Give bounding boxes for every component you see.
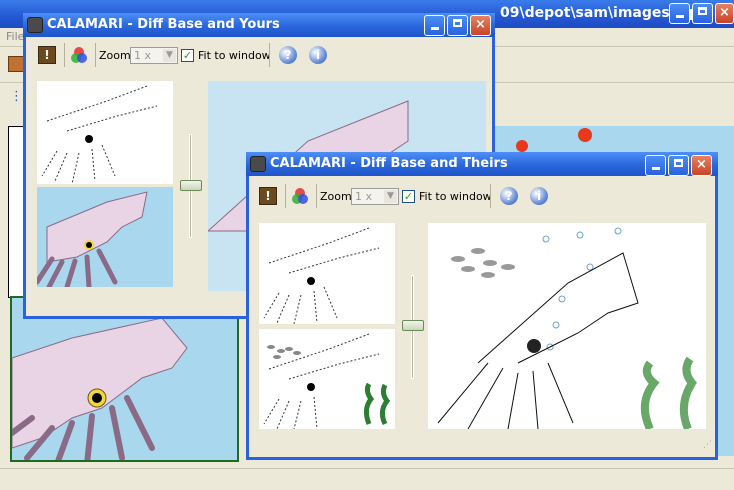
- resize-grip-icon[interactable]: ⋰: [703, 441, 715, 454]
- yours-maximize-button[interactable]: [447, 15, 468, 36]
- tree-icon[interactable]: ⋮: [10, 90, 24, 104]
- squid-color-drawing: [37, 191, 148, 287]
- menu-file[interactable]: File: [6, 30, 24, 43]
- toolbar-separator: [95, 43, 96, 67]
- help-icon[interactable]: ?: [279, 46, 297, 64]
- app-icon: [250, 156, 266, 172]
- yours-base-thumbnail: [37, 81, 173, 184]
- fit-to-window-label: Fit to window: [198, 49, 271, 62]
- rgb-circles-icon[interactable]: [70, 46, 88, 64]
- warning-icon[interactable]: !: [259, 187, 277, 205]
- red-marker: [516, 140, 528, 152]
- yours-title: CALAMARI - Diff Base and Yours: [47, 17, 280, 32]
- yours-close-button[interactable]: ×: [470, 15, 491, 36]
- red-marker: [578, 128, 592, 142]
- background-yours-thumbnail: [10, 296, 239, 462]
- toolbar-separator: [285, 184, 286, 208]
- fit-to-window-checkbox[interactable]: ✓: [181, 49, 194, 62]
- info-icon[interactable]: i: [309, 46, 327, 64]
- theirs-window: CALAMARI - Diff Base and Theirs × ! Zoom…: [246, 152, 718, 460]
- info-icon[interactable]: i: [530, 187, 548, 205]
- theirs-slider-thumb[interactable]: [402, 320, 424, 331]
- warning-icon[interactable]: !: [38, 46, 56, 64]
- squid-large-line-drawing: [437, 227, 697, 429]
- zoom-select[interactable]: 1 x ▼: [351, 188, 399, 205]
- background-minimize-button[interactable]: [669, 3, 690, 24]
- toolbar-separator: [269, 43, 270, 67]
- warning-icon[interactable]: [8, 56, 24, 72]
- yours-slider-thumb[interactable]: [180, 180, 202, 191]
- zoom-select[interactable]: 1 x ▼: [130, 47, 178, 64]
- zoom-value: 1 x: [355, 190, 373, 203]
- background-maximize-button[interactable]: [692, 3, 713, 24]
- app-icon: [27, 17, 43, 33]
- theirs-modified-thumbnail: [259, 329, 395, 429]
- yours-title-bar: CALAMARI - Diff Base and Yours ×: [23, 13, 495, 37]
- yours-toolbar: ! Zoom: 1 x ▼ ✓ Fit to window ? i: [26, 41, 492, 69]
- theirs-maximize-button[interactable]: [668, 155, 689, 176]
- squid-line-drawing: [41, 85, 158, 184]
- background-status-strip: [0, 468, 734, 490]
- theirs-base-thumbnail: [259, 223, 395, 324]
- squid-illustration: [12, 317, 188, 460]
- yours-modified-thumbnail: [37, 187, 173, 287]
- chevron-down-icon: ▼: [163, 49, 176, 62]
- zoom-value: 1 x: [134, 49, 152, 62]
- theirs-large-view: [428, 223, 706, 429]
- toolbar-separator: [64, 43, 65, 67]
- help-icon[interactable]: ?: [500, 187, 518, 205]
- rgb-circles-icon[interactable]: [291, 187, 309, 205]
- fit-to-window-checkbox[interactable]: ✓: [402, 190, 415, 203]
- chevron-down-icon: ▼: [384, 190, 397, 203]
- theirs-title: CALAMARI - Diff Base and Theirs: [270, 156, 508, 171]
- toolbar-separator: [316, 184, 317, 208]
- theirs-title-bar: CALAMARI - Diff Base and Theirs ×: [246, 152, 718, 176]
- yours-minimize-button[interactable]: [424, 15, 445, 36]
- toolbar-separator: [490, 184, 491, 208]
- theirs-close-button[interactable]: ×: [691, 155, 712, 176]
- fit-to-window-label: Fit to window: [419, 190, 492, 203]
- theirs-toolbar: ! Zoom: 1 x ▼ ✓ Fit to window ? i: [249, 181, 715, 209]
- squid-fish-drawing: [263, 333, 391, 429]
- theirs-minimize-button[interactable]: [645, 155, 666, 176]
- background-close-button[interactable]: ×: [715, 3, 734, 24]
- squid-line-drawing: [263, 227, 380, 324]
